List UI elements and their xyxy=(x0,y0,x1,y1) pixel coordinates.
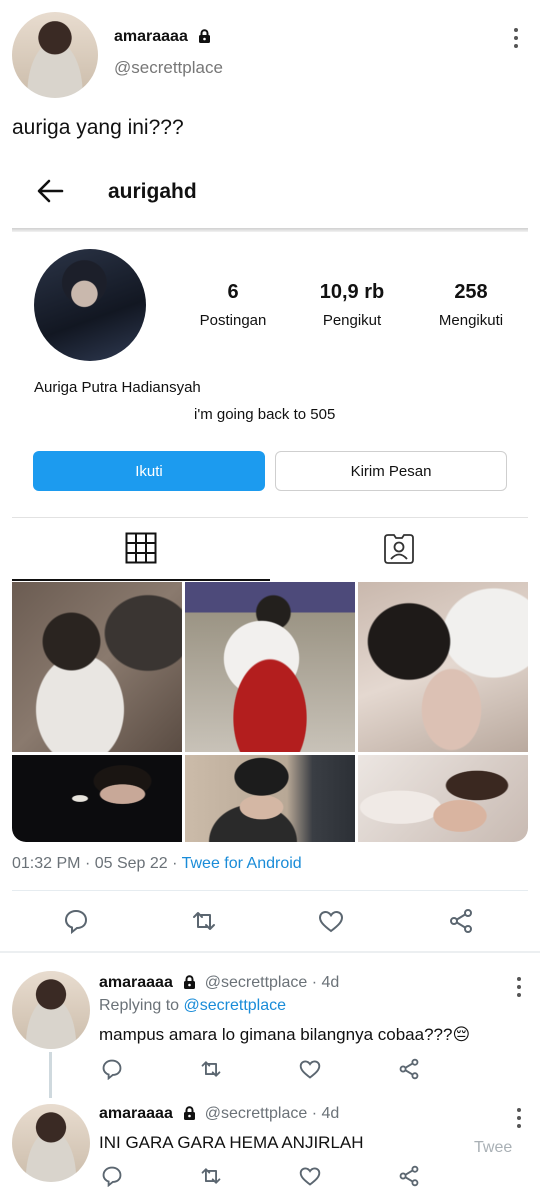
thread-line xyxy=(49,1052,52,1098)
meta-separator: · xyxy=(84,855,91,872)
reply-age: 4d xyxy=(321,974,340,991)
ig-stat-posts: 6 Postingan xyxy=(188,281,278,329)
lock-icon xyxy=(183,1106,196,1120)
more-options-icon[interactable] xyxy=(516,977,522,1001)
ig-active-tab-indicator xyxy=(12,579,270,581)
reply-text: mampus amara lo gimana bilangnya cobaa??… xyxy=(99,1025,470,1045)
ig-profile-avatar xyxy=(34,249,146,361)
like-icon[interactable] xyxy=(298,1058,321,1080)
client-watermark: Twee xyxy=(474,1139,513,1156)
ig-tabs-divider xyxy=(12,517,528,518)
reply-icon[interactable] xyxy=(63,908,89,934)
ig-stat-label: Pengikut xyxy=(322,312,382,329)
reply-age: 4d xyxy=(321,1105,340,1122)
thread-divider xyxy=(0,951,540,953)
retweet-icon[interactable] xyxy=(199,1058,221,1080)
ig-post-thumbnail xyxy=(358,582,528,752)
like-icon[interactable] xyxy=(298,1165,321,1187)
reply-display-name: amaraaaa xyxy=(99,1105,173,1122)
ig-bio: i'm going back to 505 xyxy=(194,406,336,423)
ig-post-grid xyxy=(12,582,528,842)
back-arrow-icon xyxy=(36,178,64,204)
reply-handle: @secrettplace xyxy=(204,974,308,991)
like-icon[interactable] xyxy=(317,908,344,934)
ig-username: aurigahd xyxy=(108,180,197,203)
tweet-text: auriga yang ini??? xyxy=(12,116,184,139)
tweet-time: 01:32 PM xyxy=(12,855,81,872)
replying-to-prefix: Replying to xyxy=(99,997,180,1014)
more-options-icon[interactable] xyxy=(513,28,519,52)
replying-to: Replying to @secrettplace xyxy=(99,997,286,1015)
pensive-emoji: 😔 xyxy=(452,1025,471,1044)
ig-stat-value: 6 xyxy=(227,281,239,303)
lock-icon xyxy=(198,29,211,43)
reply-avatar[interactable] xyxy=(12,1104,90,1182)
ig-stat-followers: 10,9 rb Pengikut xyxy=(306,281,398,329)
ig-post-thumbnail xyxy=(12,755,182,842)
tweet-meta: 01:32 PM · 05 Sep 22 · Twee for Android xyxy=(12,855,302,873)
ig-follow-button: Ikuti xyxy=(33,451,265,491)
ig-post-thumbnail xyxy=(185,582,355,752)
meta-separator: · xyxy=(311,974,318,991)
reply-handle: @secrettplace xyxy=(204,1105,308,1122)
reply-header[interactable]: amaraaaa @secrettplace · 4d xyxy=(99,1105,339,1123)
retweet-icon[interactable] xyxy=(199,1165,221,1187)
ig-stat-value: 258 xyxy=(454,281,488,303)
reply-icon[interactable] xyxy=(101,1058,123,1080)
meta-separator: · xyxy=(172,855,178,872)
meta-separator: · xyxy=(311,1105,318,1122)
retweet-icon[interactable] xyxy=(190,908,216,934)
author-display-name: amaraaaa xyxy=(114,28,188,45)
ig-stat-following: 258 Mengikuti xyxy=(426,281,516,329)
share-icon[interactable] xyxy=(448,908,474,934)
author-avatar[interactable] xyxy=(12,12,98,98)
ig-post-thumbnail xyxy=(358,755,528,842)
tweet-client-link[interactable]: Twee for Android xyxy=(182,855,302,872)
ig-stat-label: Postingan xyxy=(199,312,267,329)
ig-header-divider xyxy=(12,228,528,232)
more-options-icon[interactable] xyxy=(516,1108,522,1132)
reply-display-name: amaraaaa xyxy=(99,974,173,991)
author-handle[interactable]: @secrettplace xyxy=(114,58,223,78)
grid-icon xyxy=(125,532,157,564)
lock-icon xyxy=(183,975,196,989)
ig-stat-label: Mengikuti xyxy=(438,312,504,329)
ig-post-thumbnail xyxy=(185,755,355,842)
author-name-row[interactable]: amaraaaa xyxy=(114,28,211,46)
reply-text-body: mampus amara lo gimana bilangnya cobaa??… xyxy=(99,1025,453,1044)
replying-to-handle[interactable]: @secrettplace xyxy=(184,997,287,1014)
ig-stat-value: 10,9 rb xyxy=(319,281,385,303)
reply-text: INI GARA GARA HEMA ANJIRLAH xyxy=(99,1133,364,1152)
tagged-photos-icon xyxy=(382,532,416,566)
meta-divider xyxy=(12,890,528,891)
share-icon[interactable] xyxy=(398,1165,420,1187)
tweet-date: 05 Sep 22 xyxy=(94,855,168,872)
ig-full-name: Auriga Putra Hadiansyah xyxy=(34,379,201,396)
reply-icon[interactable] xyxy=(101,1165,123,1187)
ig-post-thumbnail xyxy=(12,582,182,752)
reply-avatar[interactable] xyxy=(12,971,90,1049)
ig-message-button: Kirim Pesan xyxy=(275,451,507,491)
share-icon[interactable] xyxy=(398,1058,420,1080)
reply-header[interactable]: amaraaaa @secrettplace · 4d xyxy=(99,974,339,992)
